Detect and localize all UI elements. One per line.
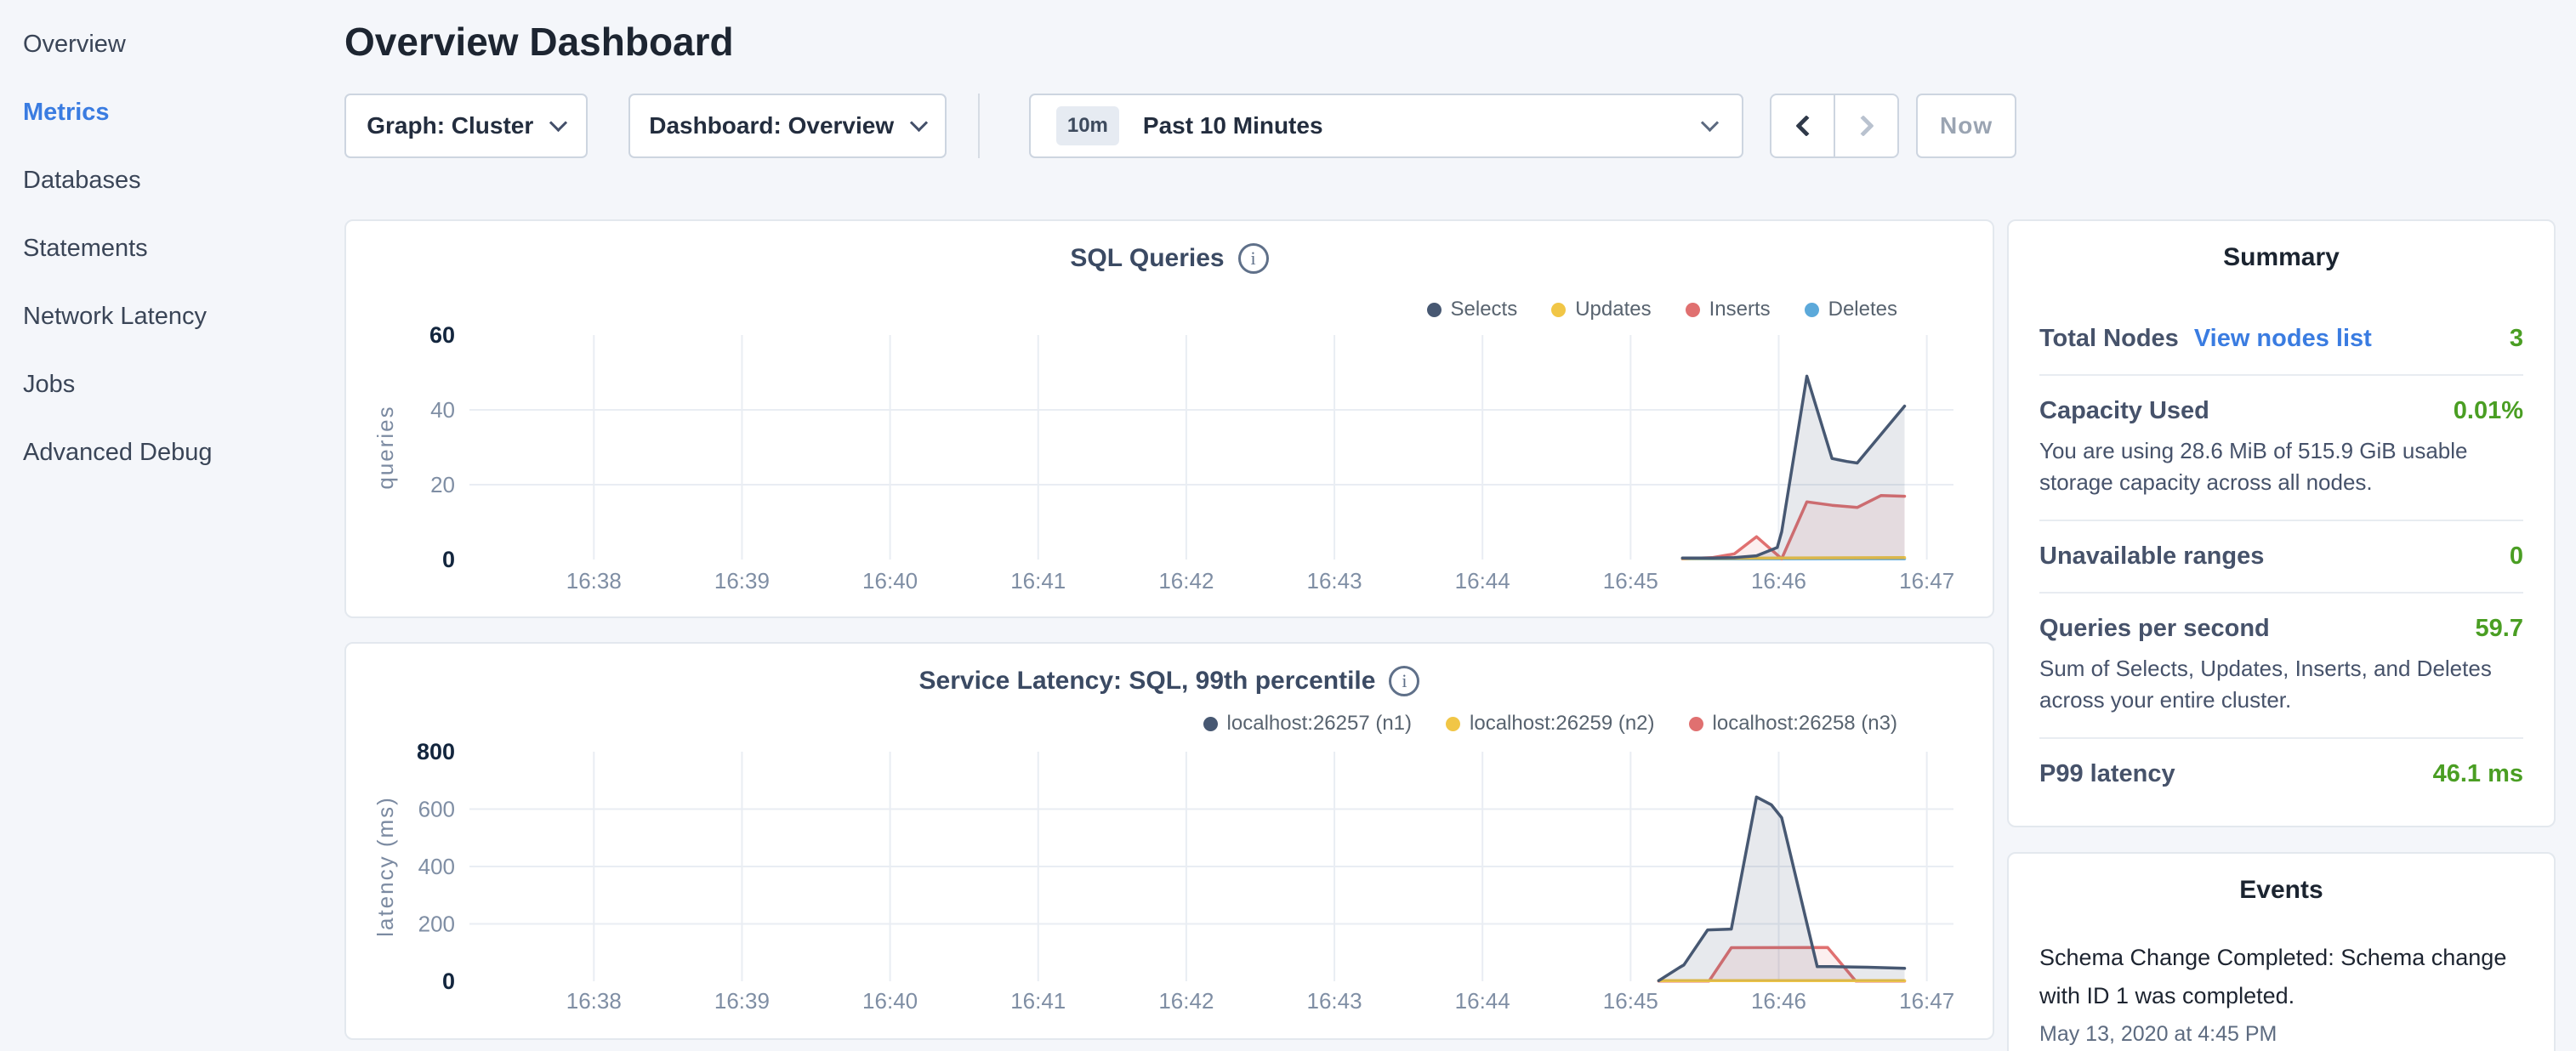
svg-text:16:39: 16:39 (714, 988, 770, 1014)
summary-row-capacity-used: Capacity Used 0.01% (2039, 397, 2523, 425)
chevron-down-icon (1701, 113, 1719, 131)
svg-text:16:41: 16:41 (1010, 568, 1066, 594)
summary-value: 0 (2510, 543, 2523, 571)
svg-text:16:38: 16:38 (566, 988, 622, 1014)
svg-text:600: 600 (418, 797, 455, 822)
chevron-right-icon (1852, 115, 1874, 136)
svg-text:200: 200 (418, 912, 455, 937)
chevron-down-icon (549, 113, 567, 131)
svg-text:16:43: 16:43 (1307, 988, 1362, 1014)
summary-value: 59.7 (2476, 615, 2523, 643)
view-nodes-list-link[interactable]: View nodes list (2194, 325, 2372, 353)
svg-text:400: 400 (418, 854, 455, 879)
event-message[interactable]: Schema Change Completed: Schema change w… (2039, 939, 2523, 1015)
svg-text:16:39: 16:39 (714, 568, 770, 594)
svg-text:16:45: 16:45 (1603, 568, 1658, 594)
time-step-buttons (1770, 94, 1899, 158)
svg-text:16:40: 16:40 (862, 568, 918, 594)
page-title: Overview Dashboard (344, 19, 2016, 65)
svg-text:16:41: 16:41 (1010, 988, 1066, 1014)
event-timestamp: May 13, 2020 at 4:45 PM (2039, 1022, 2523, 1047)
svg-text:0: 0 (442, 969, 455, 994)
svg-text:16:38: 16:38 (566, 568, 622, 594)
summary-row-queries-per-second: Queries per second 59.7 (2039, 615, 2523, 643)
sidebar-item-statements[interactable]: Statements (0, 214, 332, 282)
time-step-back-button[interactable] (1771, 95, 1834, 156)
sidebar-item-overview[interactable]: Overview (0, 10, 332, 78)
time-range-picker[interactable]: 10m Past 10 Minutes (1029, 94, 1744, 158)
summary-row-unavailable-ranges: Unavailable ranges 0 (2039, 543, 2523, 571)
service-latency-chart-card: Service Latency: SQL, 99th percentile i … (344, 642, 1994, 1040)
events-panel: Events Schema Change Completed: Schema c… (2007, 852, 2556, 1051)
time-step-forward-button[interactable] (1834, 95, 1897, 156)
summary-value: 46.1 ms (2433, 760, 2523, 788)
svg-text:16:42: 16:42 (1158, 568, 1214, 594)
svg-text:16:46: 16:46 (1751, 568, 1806, 594)
svg-text:16:44: 16:44 (1455, 988, 1510, 1014)
time-range-badge: 10m (1056, 106, 1119, 145)
dashboard-dropdown[interactable]: Dashboard: Overview (628, 94, 947, 158)
dashboard-dropdown-label: Dashboard: Overview (649, 112, 894, 139)
svg-text:800: 800 (417, 739, 455, 764)
divider (2039, 374, 2523, 376)
graph-scope-dropdown[interactable]: Graph: Cluster (344, 94, 588, 158)
summary-row-p99-latency: P99 latency 46.1 ms (2039, 760, 2523, 788)
sidebar-item-network-latency[interactable]: Network Latency (0, 282, 332, 350)
svg-text:16:44: 16:44 (1455, 568, 1510, 594)
summary-row-total-nodes: Total Nodes View nodes list 3 (2039, 325, 2523, 353)
time-range-label: Past 10 Minutes (1143, 112, 1323, 139)
summary-label: Unavailable ranges (2039, 543, 2264, 571)
summary-title: Summary (2039, 243, 2523, 272)
chevron-down-icon (910, 113, 928, 131)
toolbar: Graph: Cluster Dashboard: Overview 10m P… (344, 94, 2016, 158)
svg-text:16:45: 16:45 (1603, 988, 1658, 1014)
now-button[interactable]: Now (1916, 94, 2016, 158)
summary-label: Total Nodes (2039, 325, 2179, 353)
summary-panel: Summary Total Nodes View nodes list 3 Ca… (2007, 219, 2556, 827)
divider (2039, 520, 2523, 521)
svg-text:queries: queries (372, 405, 398, 489)
svg-text:20: 20 (430, 472, 455, 497)
svg-text:16:47: 16:47 (1899, 988, 1954, 1014)
summary-value: 0.01% (2454, 397, 2523, 425)
summary-description: You are using 28.6 MiB of 515.9 GiB usab… (2039, 435, 2523, 498)
sidebar-item-jobs[interactable]: Jobs (0, 350, 332, 418)
graph-scope-dropdown-label: Graph: Cluster (367, 112, 533, 139)
sql-queries-chart-canvas: 16:38 16:39 16:40 16:41 16:42 16:43 16:44 16:45… (346, 221, 1996, 620)
svg-text:16:42: 16:42 (1158, 988, 1214, 1014)
divider (2039, 737, 2523, 739)
svg-text:0: 0 (442, 547, 455, 572)
svg-text:latency (ms): latency (ms) (372, 796, 398, 937)
summary-label: Capacity Used (2039, 397, 2209, 425)
svg-text:16:40: 16:40 (862, 988, 918, 1014)
service-latency-chart-canvas: 16:38 16:39 16:40 16:41 16:42 16:43 16:44 16:45… (346, 644, 1996, 1042)
summary-value: 3 (2510, 325, 2523, 353)
sql-queries-chart-card: SQL Queries i SelectsUpdatesInsertsDelet… (344, 219, 1994, 618)
main-content: Overview Dashboard Graph: Cluster Dashbo… (344, 0, 2016, 158)
svg-text:60: 60 (429, 322, 455, 348)
sidebar: Overview Metrics Databases Statements Ne… (0, 0, 332, 1051)
toolbar-divider (978, 94, 980, 158)
divider (2039, 592, 2523, 594)
sidebar-item-databases[interactable]: Databases (0, 146, 332, 214)
sidebar-item-advanced-debug[interactable]: Advanced Debug (0, 418, 332, 486)
svg-text:16:47: 16:47 (1899, 568, 1954, 594)
summary-label: Queries per second (2039, 615, 2270, 643)
events-title: Events (2039, 876, 2523, 905)
sidebar-item-metrics[interactable]: Metrics (0, 78, 332, 146)
svg-text:16:43: 16:43 (1307, 568, 1362, 594)
svg-text:40: 40 (430, 397, 455, 423)
svg-text:16:46: 16:46 (1751, 988, 1806, 1014)
summary-label: P99 latency (2039, 760, 2175, 788)
summary-description: Sum of Selects, Updates, Inserts, and De… (2039, 653, 2523, 716)
chevron-left-icon (1795, 115, 1817, 136)
